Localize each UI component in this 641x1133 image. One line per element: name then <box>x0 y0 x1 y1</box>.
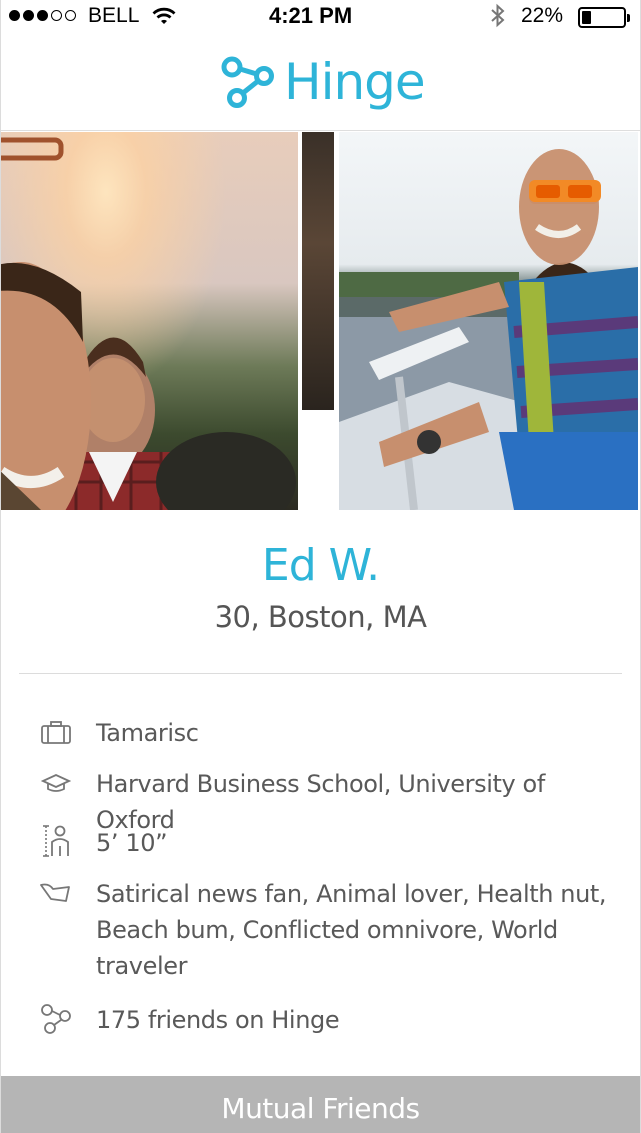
photo-carousel[interactable] <box>1 132 640 510</box>
logo-wordmark: Hinge <box>284 53 426 111</box>
app-header: Hinge <box>1 34 640 131</box>
clock: 4:21 PM <box>269 3 353 28</box>
bluetooth-icon <box>489 3 507 35</box>
hinge-friends-icon <box>39 1002 73 1036</box>
mutual-friends-button[interactable]: Mutual Friends <box>1 1076 640 1133</box>
height-icon <box>39 824 73 858</box>
battery-icon <box>578 7 630 28</box>
profile-age-location: 30, Boston, MA <box>214 600 427 634</box>
wifi-icon <box>151 5 177 33</box>
hinge-logo: Hinge <box>219 53 426 111</box>
tag-icon <box>39 876 73 910</box>
carrier-name: BELL <box>88 4 140 27</box>
profile-photo-1[interactable] <box>1 132 298 510</box>
hinge-logo-icon <box>221 56 274 108</box>
detail-friends-text: 175 friends on Hinge <box>96 1006 340 1034</box>
signal-strength-icon <box>9 10 76 21</box>
profile-photo-3[interactable] <box>339 132 638 510</box>
detail-work-text: Tamarisc <box>96 719 199 747</box>
detail-interests-text: Satirical news fan, Animal lover, Health… <box>96 880 607 980</box>
briefcase-icon <box>39 716 73 750</box>
section-divider <box>19 673 622 674</box>
graduation-cap-icon <box>39 767 73 801</box>
profile-photo-2[interactable] <box>302 132 334 410</box>
status-bar: BELL 4:21 PM 22% <box>1 0 640 34</box>
detail-height-text: 5’ 10” <box>96 829 168 857</box>
battery-percentage: 22% <box>521 4 564 27</box>
profile-name: Ed W. <box>261 540 380 591</box>
profile-screen: BELL 4:21 PM 22% Hinge Ed W. 30, Boston,… <box>0 0 641 1133</box>
